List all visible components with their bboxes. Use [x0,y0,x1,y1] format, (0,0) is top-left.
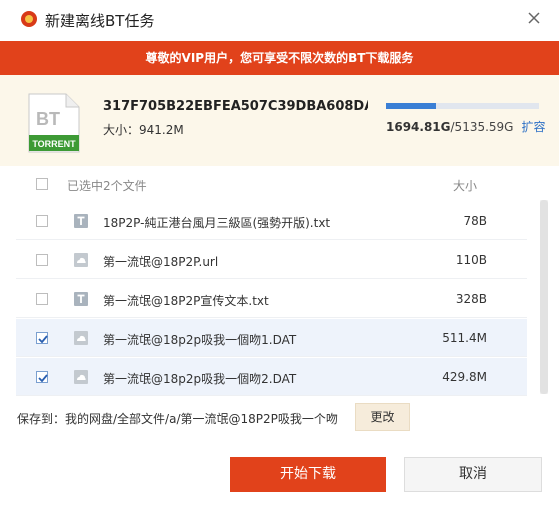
expand-link[interactable]: 扩容 [521,120,545,134]
size-column-header: 大小 [453,179,478,193]
text-file-icon [74,292,88,306]
app-logo-icon [21,11,37,27]
quota-text: 1694.81G/5135.59G 扩容 [386,118,546,135]
file-name: 第一流氓@18p2p吸我一個吻2.DAT [103,372,297,386]
save-path-label: 保存到：我的网盘/全部文件/a/第一流氓@18P2P吸我一个吻 [17,412,338,426]
generic-file-icon [74,253,88,267]
file-list-header: 已选中2个文件 大小 [0,166,559,202]
file-size: 110B [455,253,487,267]
torrent-icon-bt-text: BT [36,109,60,129]
file-checkbox-checked[interactable] [36,332,48,344]
quota-progress-bar [386,103,539,109]
torrent-file-icon: BT TORRENT [28,93,80,153]
file-list-scrollbar[interactable] [540,200,548,394]
quota-progress-fill [386,103,437,109]
new-bt-task-dialog: 新建离线BT任务 尊敬的VIP用户，您可享受不限次数的BT下载服务 BT TOR… [0,0,559,513]
file-size: 78B [463,214,487,228]
generic-file-icon [74,370,88,384]
vip-banner: 尊敬的VIP用户，您可享受不限次数的BT下载服务 [0,41,559,75]
file-row[interactable]: 第一流氓@18p2p吸我一個吻1.DAT 511.4M [16,319,527,357]
file-name: 18P2P-純正港台風月三級區(强勢开版).txt [103,216,331,230]
cancel-button[interactable]: 取消 [404,457,542,492]
scrollbar-thumb[interactable] [540,200,548,394]
file-checkbox[interactable] [36,293,48,305]
torrent-icon-label: TORRENT [32,139,76,149]
file-checkbox-checked[interactable] [36,371,48,383]
file-list: 18P2P-純正港台風月三級區(强勢开版).txt 78B 第一流氓@18P2P.u… [16,202,527,397]
file-name: 第一流氓@18p2p吸我一個吻1.DAT [103,333,297,347]
generic-file-icon [74,331,88,345]
file-row[interactable]: 第一流氓@18p2p吸我一個吻2.DAT 429.8M [16,358,527,396]
torrent-info-panel: BT TORRENT 317F705B22EBFEA507C39DBA608DA… [0,75,559,166]
start-download-button[interactable]: 开始下载 [230,457,386,492]
select-all-checkbox[interactable] [36,178,48,190]
file-row[interactable]: 18P2P-純正港台風月三級區(强勢开版).txt 78B [16,202,527,240]
file-name: 第一流氓@18P2P.url [103,255,219,269]
text-file-icon [74,214,88,228]
file-size: 511.4M [442,331,487,345]
torrent-size: 大小：941.2M [103,123,184,137]
file-row[interactable]: 第一流氓@18P2P宣传文本.txt 328B [16,280,527,318]
change-path-button[interactable]: 更改 [355,403,410,431]
file-size: 429.8M [442,370,487,384]
file-checkbox[interactable] [36,254,48,266]
torrent-hash: 317F705B22EBFEA507C39DBA608DA20... [103,99,368,114]
dialog-title: 新建离线BT任务 [45,12,155,30]
file-row[interactable]: 第一流氓@18P2P.url 110B [16,241,527,279]
quota-total: /5135.59G [450,120,514,134]
file-checkbox[interactable] [36,215,48,227]
quota-used: 1694.81G [386,120,451,134]
file-name: 第一流氓@18P2P宣传文本.txt [103,294,269,308]
selected-count-label: 已选中2个文件 [67,179,147,193]
file-size: 328B [455,292,487,306]
close-icon[interactable] [527,11,541,25]
title-bar: 新建离线BT任务 [0,0,559,40]
